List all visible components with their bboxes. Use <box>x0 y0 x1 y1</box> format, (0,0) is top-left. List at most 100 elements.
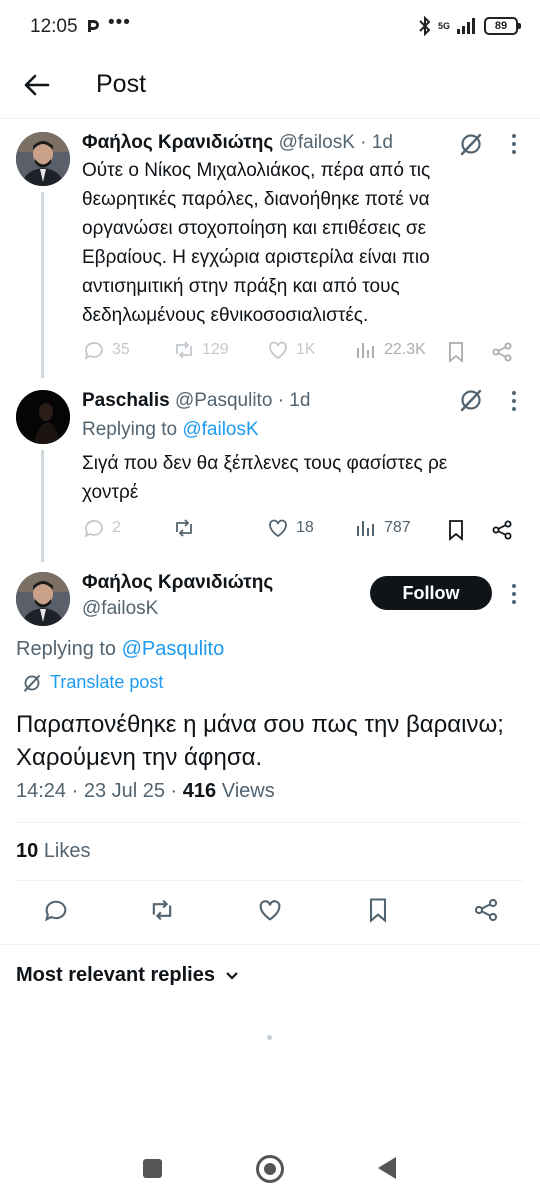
views-chart-icon <box>357 521 374 536</box>
thread-tweet[interactable]: Φαήλος Κρανιδιώτης @failosK · 1d Ούτε ο … <box>0 118 540 378</box>
reply-icon <box>84 520 103 538</box>
repost-icon <box>176 519 192 537</box>
reply-count: 35 <box>112 341 130 358</box>
follow-button[interactable]: Follow <box>370 576 492 610</box>
divider <box>16 822 524 823</box>
system-back-button[interactable] <box>378 1157 396 1179</box>
like-button[interactable]: 18 <box>266 516 314 540</box>
replying-to-prefix: Replying to <box>16 638 117 660</box>
avatar-person-icon <box>16 572 70 626</box>
status-bar: 12:05 ••• 5G 89 <box>0 0 540 54</box>
translate-post-button[interactable]: Translate post <box>22 672 163 693</box>
status-right-icons: 5G 89 <box>418 14 521 38</box>
reply-sort-label: Most relevant replies <box>16 964 215 986</box>
views-button[interactable]: 787 <box>354 516 411 540</box>
signal-icon <box>457 18 475 34</box>
avatar-person-icon <box>16 390 70 444</box>
like-count: 18 <box>296 519 314 536</box>
share-icon[interactable] <box>490 340 514 364</box>
likes-count: 10 <box>16 840 39 862</box>
back-arrow-icon[interactable] <box>22 70 52 100</box>
system-navigation-bar <box>0 1140 540 1200</box>
repost-button[interactable] <box>172 516 196 540</box>
post-meta: 14:24 · 23 Jul 25 · 416 Views <box>16 780 275 803</box>
view-count: 22.3K <box>384 341 426 358</box>
like-count: 1K <box>296 341 316 358</box>
thread-line <box>41 192 44 378</box>
bookmark-icon[interactable] <box>444 340 468 364</box>
reply-button[interactable]: 35 <box>82 338 130 362</box>
tweet-time: · 1d <box>277 390 311 411</box>
loading-indicator <box>267 1035 272 1040</box>
battery-level: 89 <box>494 20 508 32</box>
top-app-bar: Post <box>0 54 540 118</box>
replying-to-link[interactable]: @failosK <box>182 419 258 440</box>
likes-summary[interactable]: 10 Likes <box>16 840 91 863</box>
avatar-person-icon <box>16 132 70 186</box>
status-more-dots: ••• <box>108 12 131 33</box>
main-author-handle[interactable]: @failosK <box>82 598 158 620</box>
tweet-time: · 1d <box>360 132 393 153</box>
heart-icon[interactable] <box>256 896 284 924</box>
main-post-actions <box>0 896 540 932</box>
repost-button[interactable]: 129 <box>172 338 229 362</box>
author-name[interactable]: Φαήλος Κρανιδιώτης <box>82 132 273 153</box>
tweet-header: Φαήλος Κρανιδιώτης @failosK · 1d <box>82 132 393 154</box>
bookmark-icon[interactable] <box>444 518 468 542</box>
network-type: 5G <box>437 20 450 31</box>
grok-icon[interactable] <box>458 387 484 413</box>
thread-line <box>41 450 44 562</box>
replying-to-prefix: Replying to <box>82 419 178 440</box>
grok-icon[interactable] <box>458 131 484 157</box>
post-timestamp: 14:24 · 23 Jul 25 · <box>16 780 178 802</box>
replying-to: Replying to @failosK <box>82 419 259 441</box>
share-icon[interactable] <box>472 896 500 924</box>
tweet-actions: 2 18 787 <box>82 516 522 544</box>
reply-icon[interactable] <box>42 896 70 924</box>
home-button[interactable] <box>256 1155 284 1183</box>
repost-icon[interactable] <box>148 896 176 924</box>
bluetooth-icon <box>419 16 431 36</box>
main-author-name[interactable]: Φαήλος Κρανιδιώτης <box>82 572 273 594</box>
author-name[interactable]: Paschalis <box>82 390 170 411</box>
translate-label: Translate post <box>50 672 164 692</box>
view-count: 787 <box>384 519 411 536</box>
more-options-icon[interactable] <box>504 388 524 414</box>
grok-icon <box>24 674 40 692</box>
reply-sort-dropdown[interactable]: Most relevant replies <box>16 964 239 987</box>
main-replying-to: Replying to @Pasqulito <box>16 638 224 661</box>
heart-icon <box>269 341 287 360</box>
main-post-avatar[interactable] <box>16 572 70 626</box>
more-options-icon[interactable] <box>504 131 524 157</box>
app-notification-icon <box>88 20 99 32</box>
author-handle[interactable]: @Pasqulito <box>175 390 272 411</box>
repost-icon <box>176 341 192 359</box>
views-chart-icon <box>357 343 374 358</box>
page-title: Post <box>96 70 147 98</box>
like-button[interactable]: 1K <box>266 338 316 362</box>
tweet-header: Paschalis @Pasqulito · 1d <box>82 390 310 412</box>
views-button[interactable]: 22.3K <box>354 338 426 362</box>
recent-apps-button[interactable] <box>143 1159 162 1178</box>
more-options-icon[interactable] <box>504 581 524 607</box>
avatar[interactable] <box>16 132 70 186</box>
reply-button[interactable]: 2 <box>82 516 121 540</box>
tweet-text: Ούτε ο Νίκος Μιχαλολιάκος, πέρα από τις … <box>82 160 431 326</box>
chevron-down-icon <box>226 971 238 980</box>
post-views-label: Views <box>221 780 275 802</box>
bookmark-icon[interactable] <box>364 896 392 924</box>
author-handle[interactable]: @failosK <box>279 132 355 153</box>
reply-icon <box>84 342 103 360</box>
tweet-text: Σιγά που δεν θα ξέπλενες τους φασίστες ρ… <box>82 453 448 503</box>
avatar[interactable] <box>16 390 70 444</box>
likes-label: Likes <box>43 840 91 862</box>
post-views-count: 416 <box>182 780 217 802</box>
heart-icon <box>269 519 287 538</box>
battery-icon: 89 <box>484 17 521 35</box>
tweet-actions: 35 129 1K 22.3K <box>82 338 522 366</box>
repost-count: 129 <box>202 341 229 358</box>
share-icon[interactable] <box>490 518 514 542</box>
status-time: 12:05 <box>30 16 78 37</box>
replying-to-link[interactable]: @Pasqulito <box>122 638 225 660</box>
thread-tweet[interactable]: Paschalis @Pasqulito · 1d Replying to @f… <box>0 378 540 562</box>
